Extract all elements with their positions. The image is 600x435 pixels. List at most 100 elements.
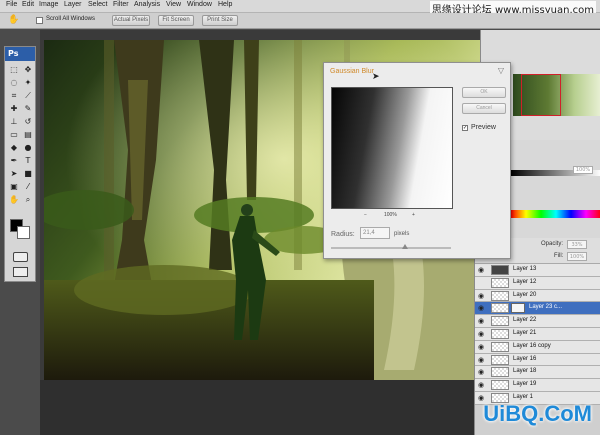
- layer-row[interactable]: ◉ Layer 19: [475, 379, 600, 392]
- layer-row[interactable]: ◉ Layer 22: [475, 315, 600, 328]
- ok-button[interactable]: OK: [462, 87, 506, 98]
- layer-thumbnail: [491, 277, 509, 288]
- fit-screen-button[interactable]: Fit Screen: [158, 15, 194, 26]
- lasso-tool-icon[interactable]: ◌: [8, 77, 20, 88]
- cancel-button[interactable]: Cancel: [462, 103, 506, 114]
- menu-layer[interactable]: Layer: [64, 1, 82, 8]
- radius-input[interactable]: 21,4: [360, 227, 390, 239]
- layer-name: Layer 21: [513, 329, 537, 336]
- visibility-eye-icon[interactable]: ◉: [478, 317, 484, 325]
- gradient-tool-icon[interactable]: ▤: [22, 129, 34, 140]
- visibility-eye-icon[interactable]: ◉: [478, 292, 484, 300]
- pasteboard: [40, 380, 480, 435]
- type-tool-icon[interactable]: T: [22, 155, 34, 166]
- marquee-tool-icon[interactable]: ⬚: [8, 64, 20, 75]
- preview-zoom-controls: − 100% +: [364, 212, 424, 220]
- layer-list: ◉ Layer 13 Layer 12 ◉ Layer 20 ◉ Layer 23 c...…: [475, 264, 600, 405]
- menu-filter[interactable]: Filter: [113, 1, 129, 8]
- menu-image[interactable]: Image: [39, 1, 58, 8]
- quick-mask-icon[interactable]: [13, 252, 28, 262]
- actual-pixels-button[interactable]: Actual Pixels: [112, 15, 150, 26]
- layer-row[interactable]: ◉ Layer 20: [475, 289, 600, 303]
- scroll-all-checkbox[interactable]: [36, 17, 43, 24]
- layer-name: Layer 22: [513, 317, 537, 324]
- eraser-tool-icon[interactable]: ▭: [8, 129, 20, 140]
- print-size-button[interactable]: Print Size: [202, 15, 238, 26]
- menu-file[interactable]: File: [6, 1, 17, 8]
- navigator-view-box[interactable]: [521, 74, 561, 116]
- layer-thumbnail: [491, 316, 509, 327]
- radius-slider-track[interactable]: [331, 247, 451, 249]
- radius-unit: pixels: [394, 231, 410, 237]
- layer-thumbnail: [491, 303, 509, 314]
- ps-logo: Ps: [5, 47, 35, 61]
- visibility-eye-icon[interactable]: ◉: [478, 343, 484, 351]
- menu-analysis[interactable]: Analysis: [134, 1, 160, 8]
- slice-tool-icon[interactable]: ⟋: [22, 90, 34, 101]
- layer-thumbnail: [491, 290, 509, 301]
- brush-tool-icon[interactable]: ✎: [22, 103, 34, 114]
- menu-view[interactable]: View: [166, 1, 181, 8]
- color-spectrum-bar[interactable]: [511, 210, 600, 218]
- layer-name: Layer 16: [513, 355, 537, 362]
- layer-name: Layer 19: [513, 381, 537, 388]
- zoom-out-button[interactable]: −: [364, 212, 367, 218]
- visibility-eye-icon[interactable]: ◉: [478, 266, 484, 274]
- layer-name: Layer 16 copy: [513, 342, 551, 349]
- dodge-tool-icon[interactable]: ●: [22, 142, 34, 153]
- visibility-eye-icon[interactable]: ◉: [478, 304, 484, 312]
- path-select-icon[interactable]: ➤: [8, 168, 20, 179]
- layer-mask-thumbnail[interactable]: [511, 303, 525, 314]
- radius-slider-thumb[interactable]: [402, 244, 409, 249]
- layer-row[interactable]: ◉ Layer 23 c...: [475, 302, 600, 316]
- clone-stamp-icon[interactable]: ⊥: [8, 116, 20, 127]
- magic-wand-icon[interactable]: ✦: [22, 77, 34, 88]
- blur-preview[interactable]: [331, 87, 453, 209]
- visibility-eye-icon[interactable]: ◉: [478, 381, 484, 389]
- screen-mode-icon[interactable]: [13, 267, 28, 277]
- fill-field[interactable]: 100%: [567, 252, 587, 261]
- layer-thumbnail: [491, 265, 509, 275]
- visibility-eye-icon[interactable]: ◉: [478, 330, 484, 338]
- preview-checkbox[interactable]: ✓: [462, 125, 468, 131]
- dialog-collapse-icon[interactable]: ▽: [498, 66, 504, 75]
- move-tool-icon[interactable]: ✥: [22, 64, 34, 75]
- healing-brush-icon[interactable]: ✚: [8, 103, 20, 114]
- menu-edit[interactable]: Edit: [22, 1, 34, 8]
- layer-row[interactable]: ◉ Layer 16: [475, 353, 600, 367]
- mouse-cursor-icon: ➤: [372, 72, 380, 82]
- tools-panel: Ps ⬚ ✥ ◌ ✦ ⌗ ⟋ ✚ ✎ ⊥ ↺ ▭ ▤ ◆ ● ✒ T ➤ ■ ▣…: [4, 46, 36, 282]
- shape-tool-icon[interactable]: ■: [22, 168, 34, 179]
- color-percent-field[interactable]: 100%: [573, 166, 593, 174]
- menu-window[interactable]: Window: [187, 1, 212, 8]
- background-color-swatch[interactable]: [17, 226, 30, 239]
- menu-select[interactable]: Select: [88, 1, 107, 8]
- visibility-eye-icon[interactable]: ◉: [478, 368, 484, 376]
- menu-help[interactable]: Help: [218, 1, 232, 8]
- zoom-level: 100%: [384, 212, 397, 218]
- options-bar: ✋ Scroll All Windows Actual Pixels Fit S…: [0, 13, 600, 29]
- layer-row[interactable]: ◉ Layer 13: [475, 264, 600, 277]
- preview-label: Preview: [471, 124, 496, 131]
- layer-row[interactable]: ◉ Layer 18: [475, 366, 600, 380]
- dialog-title: Gaussian Blur: [330, 68, 374, 75]
- watermark-bottom: UiBQ.CoM: [483, 401, 592, 426]
- crop-tool-icon[interactable]: ⌗: [8, 90, 20, 101]
- history-brush-icon[interactable]: ↺: [22, 116, 34, 127]
- layer-thumbnail: [491, 367, 509, 378]
- notes-tool-icon[interactable]: ▣: [8, 181, 20, 192]
- eyedropper-icon[interactable]: ⁄: [22, 181, 34, 192]
- zoom-in-button[interactable]: +: [412, 212, 415, 218]
- visibility-eye-icon[interactable]: ◉: [478, 356, 484, 364]
- layer-row[interactable]: ◉ Layer 16 copy: [475, 340, 600, 354]
- scroll-all-label: Scroll All Windows: [46, 16, 96, 22]
- hand-tool-panel-icon[interactable]: ✋: [8, 194, 20, 205]
- hand-tool-icon[interactable]: ✋: [8, 15, 19, 25]
- zoom-tool-icon[interactable]: ⌕: [22, 194, 34, 205]
- layer-row[interactable]: ◉ Layer 21: [475, 327, 600, 341]
- layer-row[interactable]: Layer 12: [475, 276, 600, 290]
- blur-tool-icon[interactable]: ◆: [8, 142, 20, 153]
- opacity-field[interactable]: 33%: [567, 240, 587, 249]
- pen-tool-icon[interactable]: ✒: [8, 155, 20, 166]
- layer-name: Layer 12: [513, 278, 537, 285]
